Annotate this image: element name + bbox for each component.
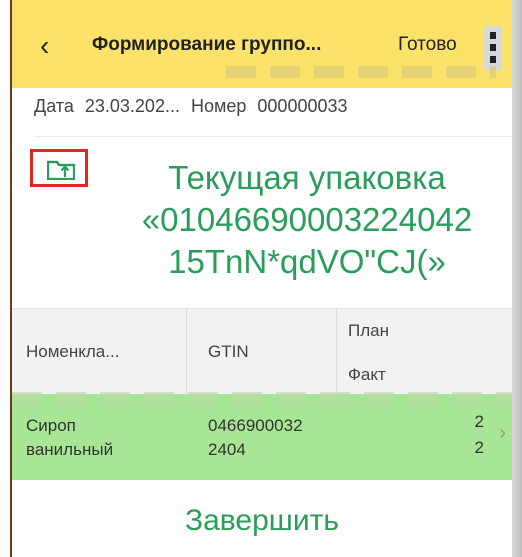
column-separator xyxy=(186,309,187,395)
folder-upload-icon xyxy=(47,160,75,180)
package-line-3: 15TnN*qdVO"CJ(» xyxy=(168,243,446,280)
right-edge xyxy=(512,0,522,557)
number-value[interactable]: 000000033 xyxy=(257,96,347,116)
screen-frame: ‹ Формирование группо... Готово Дата 23.… xyxy=(0,0,522,557)
column-gtin[interactable]: GTIN xyxy=(208,342,249,362)
date-value[interactable]: 23.03.202... xyxy=(85,96,180,116)
date-label: Дата xyxy=(34,96,74,116)
app-window: ‹ Формирование группо... Готово Дата 23.… xyxy=(12,0,512,557)
package-line-2: «01046690003224042 xyxy=(141,201,473,238)
divider xyxy=(34,136,512,137)
top-bar: ‹ Формирование группо... Готово xyxy=(12,0,512,88)
row-fact: 2 xyxy=(474,438,484,457)
finish-button[interactable]: Завершить xyxy=(12,496,512,546)
chevron-right-icon[interactable]: › xyxy=(499,422,506,445)
number-label: Номер xyxy=(190,96,247,116)
chevron-left-icon[interactable]: ‹ xyxy=(40,28,64,64)
upload-button[interactable] xyxy=(30,149,88,187)
row-gtin-line-1: 0466900032 xyxy=(208,416,303,435)
row-gtin: 0466900032 2404 xyxy=(208,414,303,462)
row-name-line-1: Сироп xyxy=(26,416,76,435)
table-row[interactable]: Сироп ванильный 0466900032 2404 2 2 › xyxy=(12,394,512,480)
column-separator xyxy=(336,309,337,395)
column-plan[interactable]: План xyxy=(348,321,389,341)
table-header: Номенкла... GTIN План Факт xyxy=(12,308,512,395)
more-vertical-icon[interactable] xyxy=(484,26,502,70)
page-title: Формирование группо... xyxy=(92,34,322,55)
row-gtin-line-2: 2404 xyxy=(208,440,246,459)
package-line-1: Текущая упаковка xyxy=(168,159,446,196)
done-button[interactable]: Готово xyxy=(398,34,457,56)
document-info: Дата 23.03.202... Номер 000000033 xyxy=(34,96,354,116)
row-nomenclature: Сироп ванильный xyxy=(26,414,113,462)
row-name-line-2: ванильный xyxy=(26,440,114,459)
row-plan: 2 xyxy=(474,412,484,431)
row-stripe xyxy=(12,392,512,404)
column-nomenclature[interactable]: Номенкла... xyxy=(26,342,119,362)
column-fact[interactable]: Факт xyxy=(348,365,386,385)
current-package-heading: Текущая упаковка «01046690003224042 15Tn… xyxy=(102,157,512,283)
header-stripe xyxy=(226,66,496,78)
